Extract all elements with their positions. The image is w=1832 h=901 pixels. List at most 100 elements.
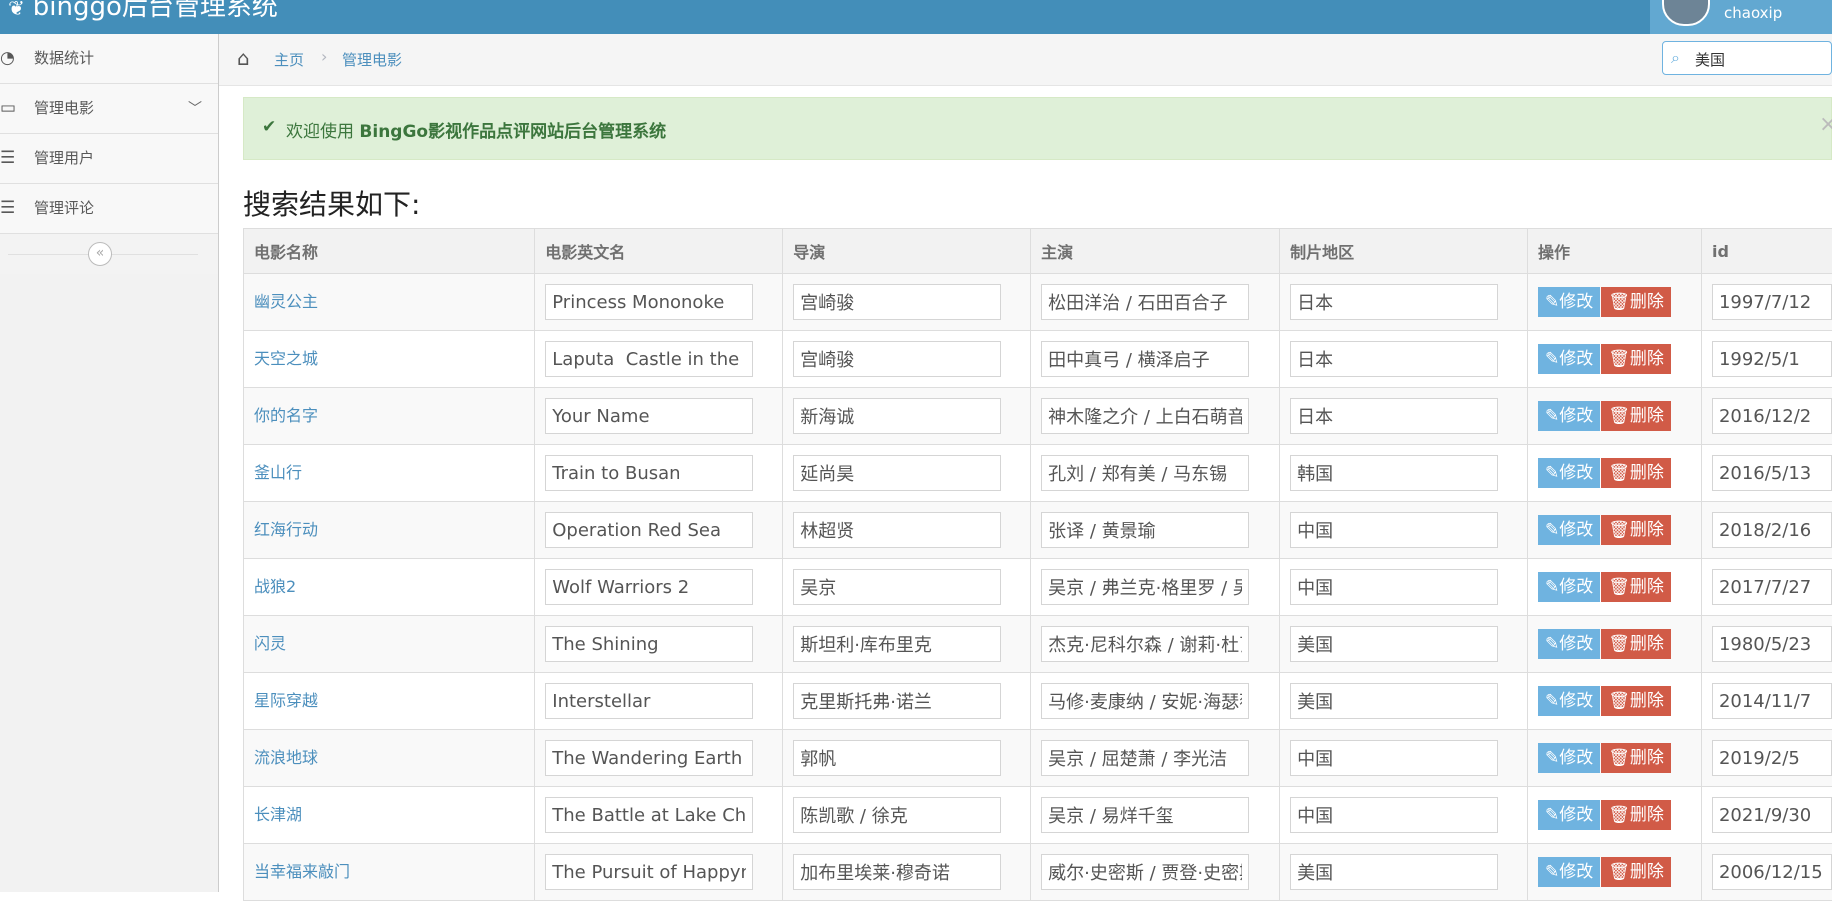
date-input[interactable] xyxy=(1712,341,1832,377)
date-input[interactable] xyxy=(1712,284,1832,320)
actors-input[interactable] xyxy=(1041,854,1249,890)
date-input[interactable] xyxy=(1712,854,1832,890)
brand[interactable]: ❦binggo后台管理系统 xyxy=(8,0,278,25)
edit-button[interactable]: ✎修改 xyxy=(1538,515,1600,545)
movie-name-link[interactable]: 红海行动 xyxy=(254,520,318,539)
delete-button[interactable]: 🗑删除 xyxy=(1601,743,1671,773)
delete-button[interactable]: 🗑删除 xyxy=(1601,344,1671,374)
director-input[interactable] xyxy=(793,284,1001,320)
delete-button[interactable]: 🗑删除 xyxy=(1601,401,1671,431)
english-name-input[interactable] xyxy=(545,569,753,605)
director-input[interactable] xyxy=(793,398,1001,434)
region-input[interactable] xyxy=(1290,854,1498,890)
column-header[interactable]: 主演 xyxy=(1031,229,1280,274)
director-input[interactable] xyxy=(793,341,1001,377)
movie-name-link[interactable]: 当幸福来敲门 xyxy=(254,862,350,881)
region-input[interactable] xyxy=(1290,683,1498,719)
english-name-input[interactable] xyxy=(545,854,753,890)
movie-name-link[interactable]: 长津湖 xyxy=(254,805,302,824)
director-input[interactable] xyxy=(793,455,1001,491)
region-input[interactable] xyxy=(1290,626,1498,662)
movie-name-link[interactable]: 釜山行 xyxy=(254,463,302,482)
column-header[interactable]: 电影英文名 xyxy=(535,229,783,274)
column-header[interactable]: id xyxy=(1701,229,1832,274)
english-name-input[interactable] xyxy=(545,797,753,833)
edit-button[interactable]: ✎修改 xyxy=(1538,458,1600,488)
edit-button[interactable]: ✎修改 xyxy=(1538,629,1600,659)
sidebar-item-comments[interactable]: ☰ 管理评论 xyxy=(0,184,218,234)
delete-button[interactable]: 🗑删除 xyxy=(1601,629,1671,659)
search-input[interactable] xyxy=(1693,46,1827,72)
edit-button[interactable]: ✎修改 xyxy=(1538,287,1600,317)
edit-button[interactable]: ✎修改 xyxy=(1538,344,1600,374)
english-name-input[interactable] xyxy=(545,398,753,434)
column-header[interactable]: 电影名称 xyxy=(244,229,535,274)
movie-name-link[interactable]: 天空之城 xyxy=(254,349,318,368)
english-name-input[interactable] xyxy=(545,512,753,548)
actors-input[interactable] xyxy=(1041,455,1249,491)
director-input[interactable] xyxy=(793,569,1001,605)
breadcrumb-home-link[interactable]: 主页 xyxy=(274,49,304,70)
edit-button[interactable]: ✎修改 xyxy=(1538,800,1600,830)
sidebar-item-users[interactable]: ☰ 管理用户 xyxy=(0,134,218,184)
english-name-input[interactable] xyxy=(545,455,753,491)
director-input[interactable] xyxy=(793,854,1001,890)
english-name-input[interactable] xyxy=(545,341,753,377)
region-input[interactable] xyxy=(1290,284,1498,320)
actors-input[interactable] xyxy=(1041,284,1249,320)
director-input[interactable] xyxy=(793,740,1001,776)
date-input[interactable] xyxy=(1712,740,1832,776)
actors-input[interactable] xyxy=(1041,683,1249,719)
edit-button[interactable]: ✎修改 xyxy=(1538,686,1600,716)
movie-name-link[interactable]: 流浪地球 xyxy=(254,748,318,767)
date-input[interactable] xyxy=(1712,797,1832,833)
collapse-sidebar-button[interactable]: « xyxy=(88,242,112,266)
breadcrumb-current[interactable]: 管理电影 xyxy=(342,49,402,70)
delete-button[interactable]: 🗑删除 xyxy=(1601,572,1671,602)
actors-input[interactable] xyxy=(1041,512,1249,548)
delete-button[interactable]: 🗑删除 xyxy=(1601,686,1671,716)
column-header[interactable]: 导演 xyxy=(783,229,1031,274)
column-header[interactable]: 制片地区 xyxy=(1280,229,1528,274)
director-input[interactable] xyxy=(793,512,1001,548)
delete-button[interactable]: 🗑删除 xyxy=(1601,287,1671,317)
delete-button[interactable]: 🗑删除 xyxy=(1601,458,1671,488)
movie-name-link[interactable]: 星际穿越 xyxy=(254,691,318,710)
date-input[interactable] xyxy=(1712,455,1832,491)
english-name-input[interactable] xyxy=(545,740,753,776)
actors-input[interactable] xyxy=(1041,398,1249,434)
date-input[interactable] xyxy=(1712,398,1832,434)
movie-name-link[interactable]: 战狼2 xyxy=(254,577,296,596)
director-input[interactable] xyxy=(793,797,1001,833)
english-name-input[interactable] xyxy=(545,626,753,662)
region-input[interactable] xyxy=(1290,569,1498,605)
chevron-down-icon[interactable]: ﹀ xyxy=(188,98,202,118)
actors-input[interactable] xyxy=(1041,797,1249,833)
date-input[interactable] xyxy=(1712,626,1832,662)
date-input[interactable] xyxy=(1712,512,1832,548)
region-input[interactable] xyxy=(1290,797,1498,833)
delete-button[interactable]: 🗑删除 xyxy=(1601,800,1671,830)
delete-button[interactable]: 🗑删除 xyxy=(1601,515,1671,545)
close-icon[interactable]: × xyxy=(1819,112,1832,137)
delete-button[interactable]: 🗑删除 xyxy=(1601,857,1671,887)
english-name-input[interactable] xyxy=(545,683,753,719)
edit-button[interactable]: ✎修改 xyxy=(1538,857,1600,887)
region-input[interactable] xyxy=(1290,341,1498,377)
edit-button[interactable]: ✎修改 xyxy=(1538,401,1600,431)
director-input[interactable] xyxy=(793,683,1001,719)
date-input[interactable] xyxy=(1712,683,1832,719)
sidebar-item-movies[interactable]: ▭ 管理电影 ﹀ xyxy=(0,84,218,134)
edit-button[interactable]: ✎修改 xyxy=(1538,743,1600,773)
region-input[interactable] xyxy=(1290,512,1498,548)
user-menu[interactable]: chaoxip xyxy=(1650,0,1832,34)
date-input[interactable] xyxy=(1712,569,1832,605)
region-input[interactable] xyxy=(1290,398,1498,434)
region-input[interactable] xyxy=(1290,455,1498,491)
region-input[interactable] xyxy=(1290,740,1498,776)
home-icon[interactable]: ⌂ xyxy=(237,46,250,70)
movie-name-link[interactable]: 你的名字 xyxy=(254,406,318,425)
movie-name-link[interactable]: 幽灵公主 xyxy=(254,292,318,311)
column-header[interactable]: 操作 xyxy=(1528,229,1702,274)
actors-input[interactable] xyxy=(1041,740,1249,776)
